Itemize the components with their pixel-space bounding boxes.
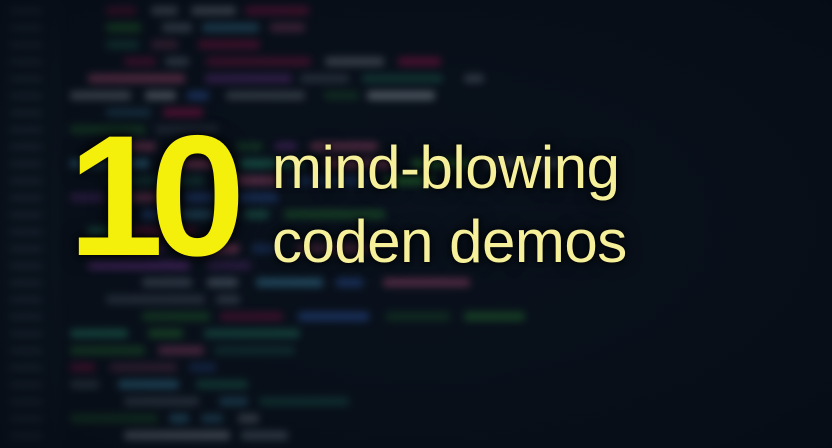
headline-line-1: mind-blowing <box>272 134 620 201</box>
thumbnail: 10 mind-blowing coden demos <box>0 0 832 448</box>
headline: 10 mind-blowing coden demos <box>0 0 832 448</box>
headline-line-2: coden demos <box>272 208 627 275</box>
headline-number: 10 <box>68 100 245 292</box>
